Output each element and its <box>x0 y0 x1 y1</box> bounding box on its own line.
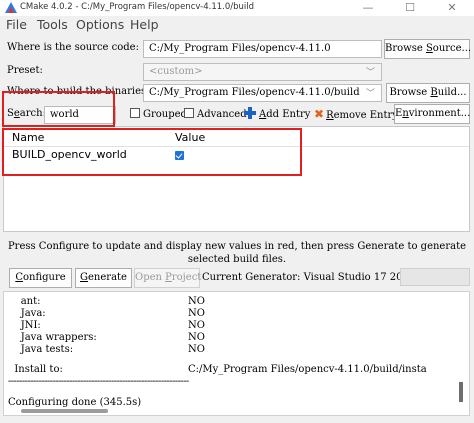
source-path-input[interactable]: C:/My_Program Files/opencv-4.11.0 <box>143 40 382 58</box>
output-line-label: Java: <box>8 308 46 319</box>
remove-entry-button[interactable]: ✖ Remove Entry <box>314 107 398 121</box>
minimize-button[interactable]: — <box>348 0 388 16</box>
remove-x-icon: ✖ <box>314 107 325 121</box>
browse-source-button[interactable]: Browse Source... <box>384 39 472 59</box>
grouped-checkbox-box[interactable] <box>130 108 140 118</box>
horizontal-scrollbar[interactable] <box>21 409 108 413</box>
configure-mnemonic: C <box>15 272 23 283</box>
info-line-2: selected build files. <box>187 254 287 265</box>
browse-source-mnemonic: S <box>425 43 433 54</box>
open-project-label-a: Open <box>135 272 166 283</box>
menu-tools[interactable]: Tools <box>37 17 68 32</box>
browse-source-label: Browse <box>385 43 426 54</box>
grouped-label: Grouped <box>143 109 187 120</box>
open-project-button[interactable]: Open Project <box>134 268 202 288</box>
current-generator-label: Current Generator: Visual Studio 17 2022 <box>202 272 416 283</box>
build-path-value: C:/My_Program Files/opencv-4.11.0/build <box>149 87 360 98</box>
generate-button[interactable]: Generate <box>75 268 132 288</box>
browse-build-mnemonic: B <box>430 87 438 98</box>
menu-file[interactable]: File <box>6 17 27 32</box>
advanced-label: Advanced <box>197 109 247 120</box>
grouped-checkbox[interactable]: Grouped <box>130 108 187 120</box>
open-project-label-b: roject <box>171 272 202 283</box>
cmake-logo-icon <box>5 2 17 13</box>
plus-icon <box>244 107 256 119</box>
output-line-value: NO <box>188 296 205 307</box>
browse-build-label-rest: uild... <box>437 87 467 98</box>
advanced-checkbox-box[interactable] <box>184 108 194 118</box>
output-log[interactable]: ant: NO Java: NO JNI: NO Java wrappers: … <box>3 291 470 416</box>
output-line-label: Install to: <box>8 364 63 375</box>
remove-entry-label: emove Entry <box>333 110 398 121</box>
info-text: Press Configure to update and display ne… <box>0 240 474 266</box>
source-label: Where is the source code: <box>7 42 139 53</box>
output-line-value: C:/My_Program Files/opencv-4.11.0/build/… <box>188 364 427 375</box>
menu-options[interactable]: Options <box>76 17 124 32</box>
annotation-highlight-search <box>2 91 115 127</box>
info-line-1: Press Configure to update and display ne… <box>7 241 467 252</box>
browse-build-button[interactable]: Browse Build... <box>386 83 470 103</box>
browse-source-label-rest: ource... <box>432 43 472 54</box>
preset-select[interactable]: <custom> ﹀ <box>143 63 382 81</box>
close-button[interactable]: ✕ <box>432 0 472 16</box>
vertical-scrollbar[interactable] <box>459 382 463 402</box>
environment-label-b: vironment... <box>408 108 471 119</box>
build-path-combobox[interactable]: C:/My_Program Files/opencv-4.11.0/build ﹀ <box>143 84 382 102</box>
chevron-down-icon: ﹀ <box>365 68 375 78</box>
remove-entry-mnemonic: R <box>326 110 334 121</box>
browse-build-label: Browse <box>389 87 431 98</box>
window-title: CMake 4.0.2 - C:/My_Program Files/opencv… <box>20 2 255 12</box>
generate-mnemonic: G <box>80 272 89 283</box>
output-line-value: NO <box>188 308 205 319</box>
output-line-value: NO <box>188 344 205 355</box>
menu-help[interactable]: Help <box>130 17 159 32</box>
environment-button[interactable]: Environment... <box>394 104 470 124</box>
output-line-label: Java tests: <box>8 344 74 355</box>
preset-label: Preset: <box>7 65 43 76</box>
annotation-highlight-entry <box>2 128 302 176</box>
output-line-label: Configuring done (345.5s) <box>8 397 142 408</box>
progress-bar <box>400 268 470 286</box>
output-line-label: Java wrappers: <box>8 332 97 343</box>
configure-button[interactable]: Configure <box>9 268 72 288</box>
maximize-button[interactable]: ☐ <box>390 0 430 16</box>
output-line-value: NO <box>188 332 205 343</box>
configure-label: onfigure <box>22 272 66 283</box>
output-line-value: NO <box>188 320 205 331</box>
output-separator: ----------------------------------------… <box>8 376 189 387</box>
menu-bar: File Tools Options Help <box>0 16 474 34</box>
output-line-label: JNI: <box>8 320 41 331</box>
preset-value: <custom> <box>149 66 203 77</box>
add-entry-button[interactable]: Add Entry <box>244 107 310 120</box>
output-line-label: ant: <box>8 296 41 307</box>
open-project-mnemonic: P <box>165 272 172 283</box>
chevron-down-icon[interactable]: ﹀ <box>366 86 375 101</box>
title-bar: CMake 4.0.2 - C:/My_Program Files/opencv… <box>0 0 474 16</box>
add-entry-label: dd Entry <box>266 109 311 120</box>
advanced-checkbox[interactable]: Advanced <box>184 108 247 120</box>
generate-label: enerate <box>88 272 127 283</box>
